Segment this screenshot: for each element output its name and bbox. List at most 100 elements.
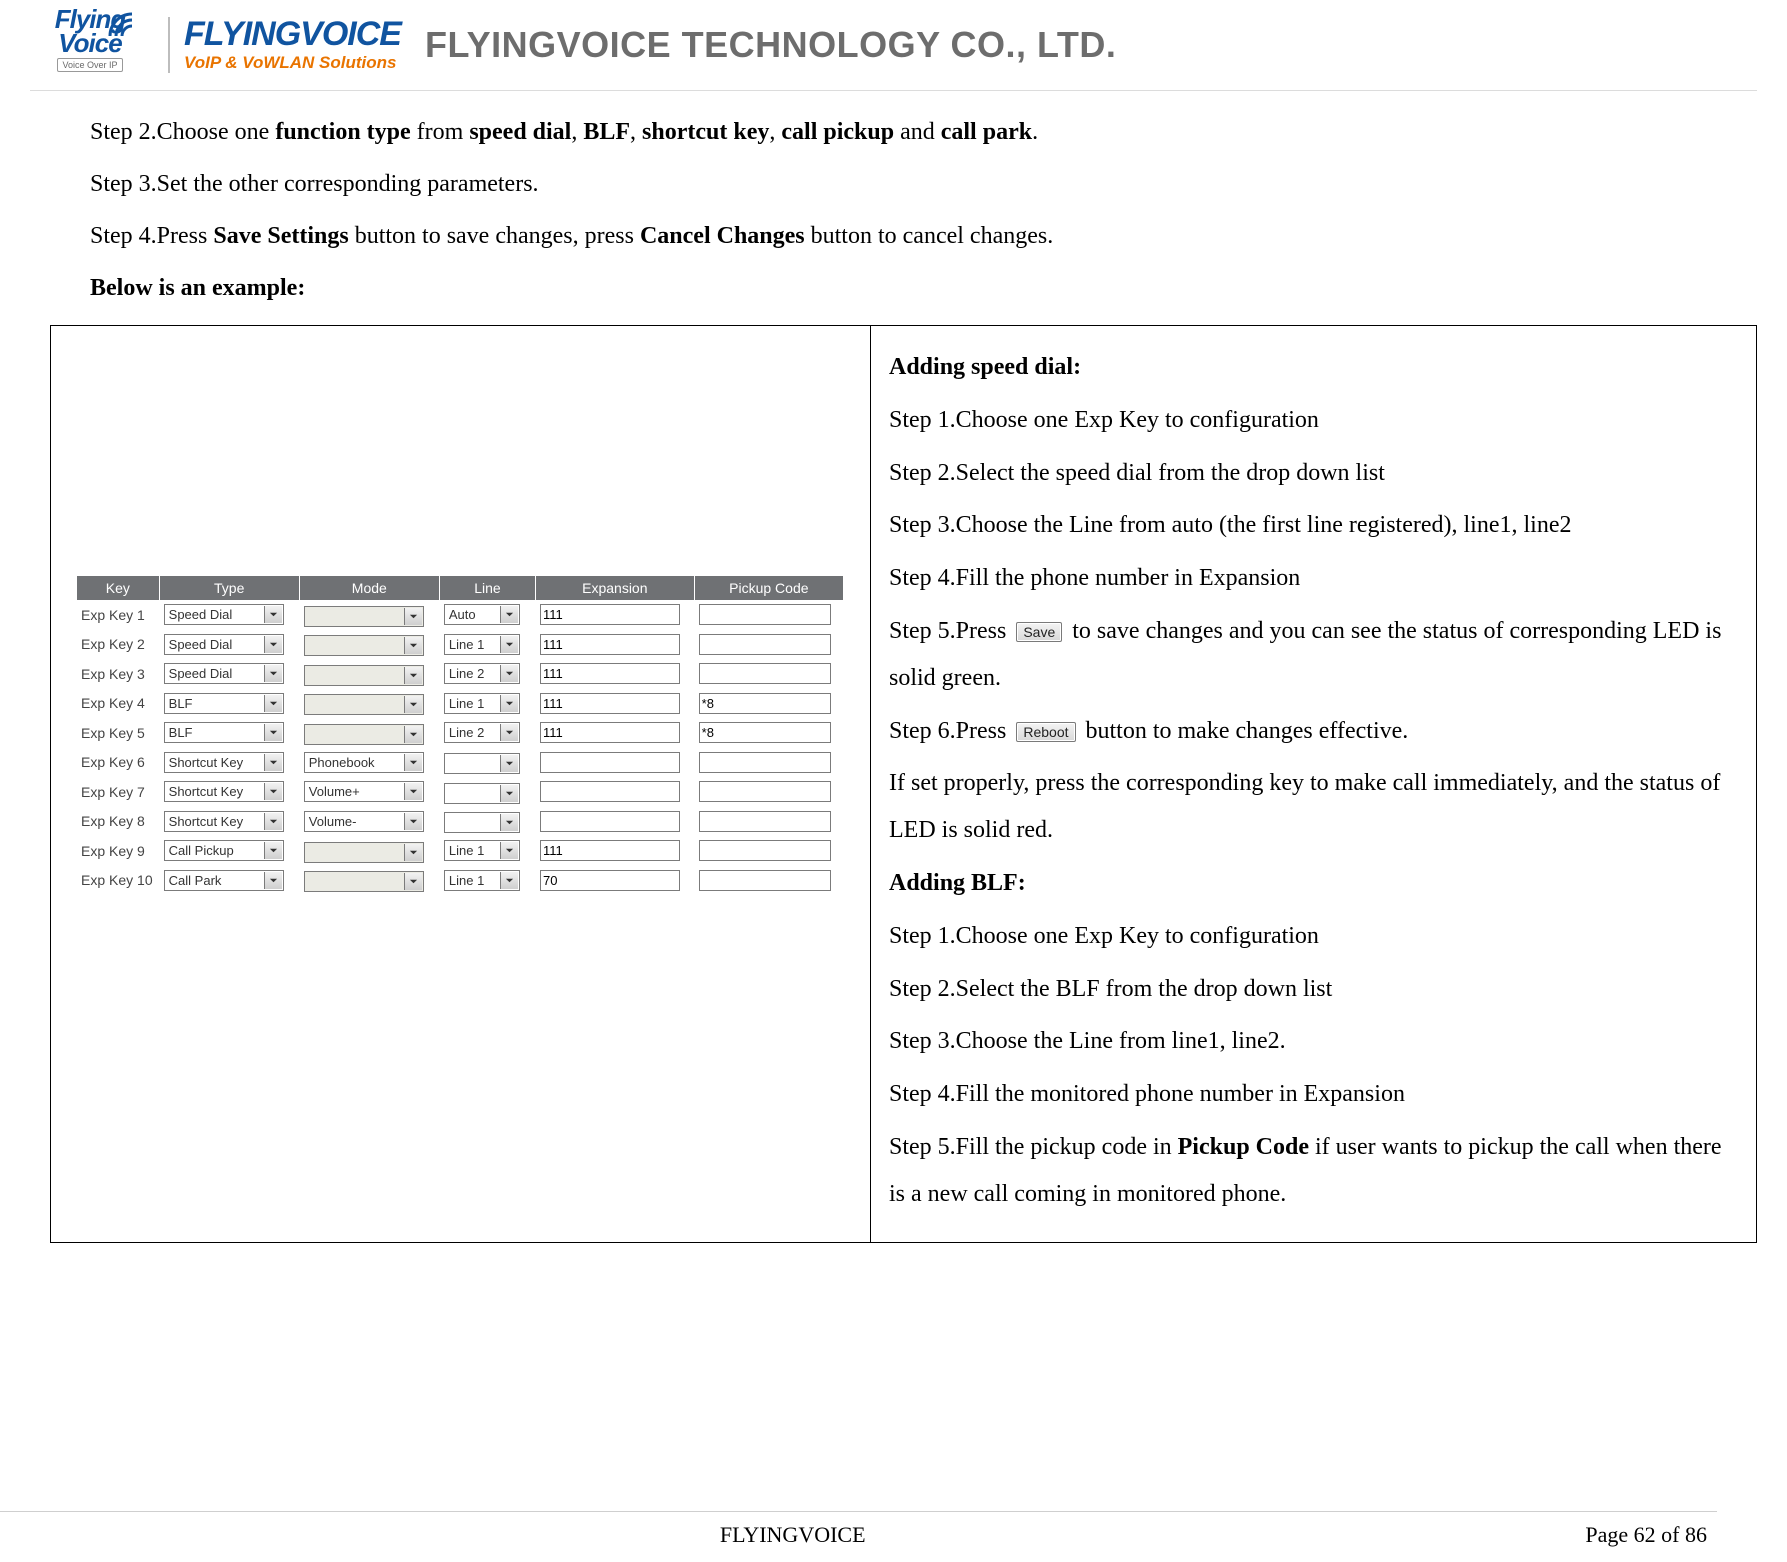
chevron-down-icon bbox=[264, 754, 282, 771]
chevron-down-icon bbox=[500, 606, 518, 623]
text-input[interactable] bbox=[699, 752, 831, 773]
chevron-down-icon bbox=[264, 724, 282, 741]
text-input[interactable] bbox=[540, 811, 680, 832]
logo-subtitle: VoIP & VoWLAN Solutions bbox=[184, 53, 401, 73]
select[interactable] bbox=[304, 635, 424, 656]
adding-speed-dial-title: Adding speed dial: bbox=[889, 344, 1740, 391]
chevron-down-icon bbox=[500, 814, 518, 831]
text-input[interactable] bbox=[699, 781, 831, 802]
chevron-down-icon bbox=[404, 696, 422, 713]
select[interactable]: Line 1 bbox=[444, 634, 520, 655]
ablf-step-3: Step 3.Choose the Line from line1, line2… bbox=[889, 1018, 1740, 1065]
select[interactable] bbox=[304, 694, 424, 715]
example-instructions: Adding speed dial: Step 1.Choose one Exp… bbox=[871, 326, 1756, 1242]
asd-step-6: Step 6.Press Reboot button to make chang… bbox=[889, 708, 1740, 755]
select[interactable] bbox=[304, 665, 424, 686]
example-screenshot: Key Type Mode Line Expansion Pickup Code… bbox=[51, 326, 871, 1242]
select[interactable] bbox=[304, 724, 424, 745]
text-input[interactable] bbox=[540, 870, 680, 891]
text-input[interactable] bbox=[699, 634, 831, 655]
select[interactable]: Volume+ bbox=[304, 781, 424, 802]
logo-badge: Voice Over IP bbox=[57, 58, 122, 72]
ablf-step-1: Step 1.Choose one Exp Key to configurati… bbox=[889, 913, 1740, 960]
adding-blf-title: Adding BLF: bbox=[889, 860, 1740, 907]
text-input[interactable] bbox=[699, 811, 831, 832]
key-label: Exp Key 3 bbox=[77, 659, 160, 689]
chevron-down-icon bbox=[404, 637, 422, 654]
page-footer: FLYINGVOICE Page 62 of 86 bbox=[0, 1511, 1787, 1548]
text-input[interactable] bbox=[540, 781, 680, 802]
text-input[interactable] bbox=[540, 604, 680, 625]
page-header: Flying Voice Voice Over IP FLYINGVOICE V… bbox=[30, 0, 1757, 86]
select[interactable]: Line 2 bbox=[444, 722, 520, 743]
text-input[interactable] bbox=[540, 663, 680, 684]
select[interactable]: Shortcut Key bbox=[164, 752, 284, 773]
col-type: Type bbox=[160, 576, 300, 600]
text-input[interactable] bbox=[699, 722, 831, 743]
select[interactable] bbox=[304, 871, 424, 892]
table-row: Exp Key 9Call Pickup Line 1 bbox=[77, 836, 844, 866]
select[interactable]: Line 1 bbox=[444, 840, 520, 861]
table-row: Exp Key 1Speed Dial Auto bbox=[77, 600, 844, 630]
key-label: Exp Key 2 bbox=[77, 630, 160, 660]
select[interactable]: BLF bbox=[164, 693, 284, 714]
text-input[interactable] bbox=[540, 840, 680, 861]
select[interactable]: Speed Dial bbox=[164, 604, 284, 625]
chevron-down-icon bbox=[404, 608, 422, 625]
select[interactable]: Shortcut Key bbox=[164, 811, 284, 832]
document-body: Step 2.Choose one function type from spe… bbox=[30, 117, 1757, 1243]
table-row: Exp Key 5BLFLine 2 bbox=[77, 718, 844, 748]
asd-step-2: Step 2.Select the speed dial from the dr… bbox=[889, 450, 1740, 497]
key-label: Exp Key 10 bbox=[77, 866, 160, 896]
key-label: Exp Key 8 bbox=[77, 807, 160, 837]
col-expansion: Expansion bbox=[536, 576, 695, 600]
select[interactable]: Call Pickup bbox=[164, 840, 284, 861]
key-label: Exp Key 1 bbox=[77, 600, 160, 630]
select[interactable]: Shortcut Key bbox=[164, 781, 284, 802]
key-label: Exp Key 9 bbox=[77, 836, 160, 866]
select[interactable]: Speed Dial bbox=[164, 634, 284, 655]
save-button[interactable]: Save bbox=[1016, 622, 1062, 642]
select[interactable] bbox=[304, 842, 424, 863]
ablf-step-5: Step 5.Fill the pickup code in Pickup Co… bbox=[889, 1124, 1740, 1218]
key-label: Exp Key 7 bbox=[77, 777, 160, 807]
select[interactable]: Volume- bbox=[304, 811, 424, 832]
reboot-button[interactable]: Reboot bbox=[1016, 722, 1075, 742]
company-name: FLYINGVOICE TECHNOLOGY CO., LTD. bbox=[425, 24, 1116, 66]
chevron-down-icon bbox=[404, 873, 422, 890]
select[interactable] bbox=[444, 783, 520, 804]
table-row: Exp Key 10Call Park Line 1 bbox=[77, 866, 844, 896]
text-input[interactable] bbox=[540, 722, 680, 743]
col-mode: Mode bbox=[300, 576, 440, 600]
select[interactable]: Auto bbox=[444, 604, 520, 625]
text-input[interactable] bbox=[699, 840, 831, 861]
asd-note: If set properly, press the corresponding… bbox=[889, 760, 1740, 854]
logo-icon: Flying Voice Voice Over IP bbox=[30, 6, 150, 84]
text-input[interactable] bbox=[540, 693, 680, 714]
chevron-down-icon bbox=[264, 665, 282, 682]
wave-icon bbox=[104, 8, 142, 38]
text-input[interactable] bbox=[699, 693, 831, 714]
text-input[interactable] bbox=[540, 634, 680, 655]
chevron-down-icon bbox=[404, 813, 422, 830]
ablf-step-4: Step 4.Fill the monitored phone number i… bbox=[889, 1071, 1740, 1118]
select[interactable] bbox=[444, 812, 520, 833]
text-input[interactable] bbox=[540, 752, 680, 773]
select[interactable]: Line 1 bbox=[444, 870, 520, 891]
chevron-down-icon bbox=[264, 872, 282, 889]
text-input[interactable] bbox=[699, 663, 831, 684]
select[interactable]: Line 1 bbox=[444, 693, 520, 714]
select[interactable] bbox=[444, 753, 520, 774]
chevron-down-icon bbox=[500, 724, 518, 741]
select[interactable]: Phonebook bbox=[304, 752, 424, 773]
select[interactable]: Line 2 bbox=[444, 663, 520, 684]
select[interactable] bbox=[304, 606, 424, 627]
text-input[interactable] bbox=[699, 870, 831, 891]
text-input[interactable] bbox=[699, 604, 831, 625]
asd-step-4: Step 4.Fill the phone number in Expansio… bbox=[889, 555, 1740, 602]
chevron-down-icon bbox=[264, 636, 282, 653]
select[interactable]: BLF bbox=[164, 722, 284, 743]
step-2: Step 2.Choose one function type from spe… bbox=[90, 117, 1757, 147]
select[interactable]: Speed Dial bbox=[164, 663, 284, 684]
select[interactable]: Call Park bbox=[164, 870, 284, 891]
